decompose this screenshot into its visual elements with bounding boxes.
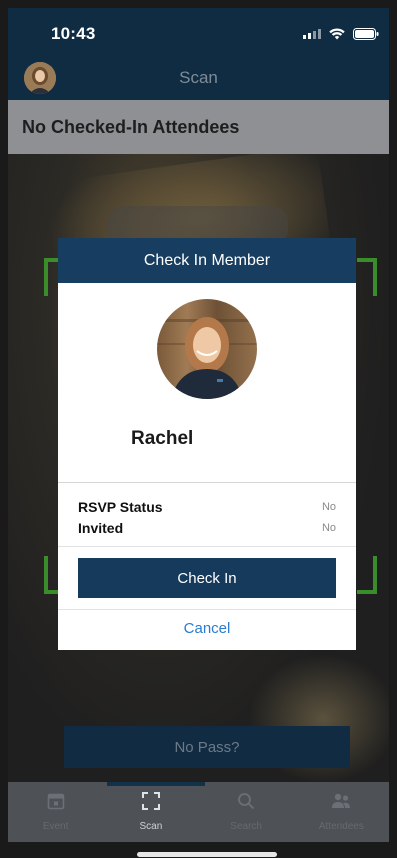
member-name: Rachel <box>131 428 194 449</box>
divider <box>58 482 356 483</box>
banner-text: No Checked-In Attendees <box>22 116 240 137</box>
nav-title: Scan <box>179 68 218 87</box>
top-bar: 10:43 Scan <box>8 8 389 100</box>
scan-icon <box>141 792 160 815</box>
tab-search[interactable]: Search <box>199 782 294 842</box>
tab-attendees[interactable]: Attendees <box>294 782 389 842</box>
divider <box>58 546 356 547</box>
row-label: Invited <box>78 520 124 536</box>
dialog-header: Check In Member <box>58 238 356 283</box>
checked-in-banner: No Checked-In Attendees <box>8 100 389 154</box>
rsvp-status-row: RSVP Status No <box>78 499 336 515</box>
check-in-button[interactable]: Check In <box>78 558 336 598</box>
row-value: No <box>321 501 336 513</box>
cancel-button[interactable]: Cancel <box>58 620 356 637</box>
check-in-dialog: Check In Member Rachel RSVP Status No In… <box>58 238 356 650</box>
tab-label: Event <box>42 821 69 832</box>
dialog-title: Check In Member <box>143 251 271 269</box>
active-tab-indicator <box>107 782 205 786</box>
people-icon <box>331 792 351 815</box>
tab-label: Search <box>230 821 262 832</box>
divider <box>58 609 356 610</box>
search-icon <box>237 792 255 815</box>
no-pass-button[interactable]: No Pass? <box>64 726 350 768</box>
calendar-icon <box>47 792 65 815</box>
signal-icon <box>303 29 321 39</box>
scan-bracket-top-right <box>357 258 377 296</box>
status-icons <box>303 28 379 40</box>
battery-icon <box>353 28 379 40</box>
tab-label: Attendees <box>318 821 364 832</box>
invited-row: Invited No <box>78 520 336 536</box>
home-indicator <box>137 852 277 857</box>
wifi-icon <box>329 28 345 40</box>
row-value: No <box>321 522 336 534</box>
row-label: RSVP Status <box>78 499 163 515</box>
member-photo <box>157 299 257 399</box>
tab-label: Scan <box>139 821 163 832</box>
status-time: 10:43 <box>51 24 96 43</box>
tab-scan[interactable]: Scan <box>103 782 198 842</box>
tab-event[interactable]: Event <box>8 782 103 842</box>
scan-bracket-bottom-right <box>357 556 377 594</box>
tab-bar: Event Scan Search Attendees <box>8 782 389 842</box>
